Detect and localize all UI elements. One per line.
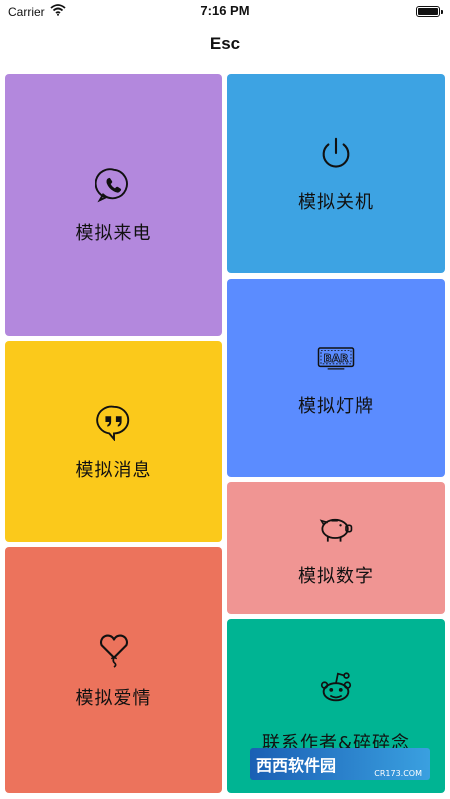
tile-label: 模拟数字 — [298, 566, 374, 587]
battery-icon — [416, 6, 443, 17]
watermark-sub: CR173.COM — [374, 769, 422, 778]
battery-fill — [418, 8, 438, 15]
tile-label: 模拟消息 — [75, 459, 152, 481]
tile-simulated-marquee[interactable]: BAR 模拟灯牌 — [227, 279, 445, 477]
quote-bubble-icon — [94, 402, 134, 442]
watermark-text: 西西软件园 — [256, 756, 337, 775]
watermark-logo: 西西软件园 CR173.COM — [250, 748, 430, 780]
clock: 7:16 PM — [200, 3, 250, 18]
bar-sign-icon: BAR — [316, 338, 356, 378]
status-bar: Carrier 7:16 PM — [0, 0, 450, 24]
tile-label: 模拟爱情 — [75, 688, 152, 709]
tile-simulated-love[interactable]: 模拟爱情 — [5, 547, 222, 793]
tile-label: 模拟关机 — [298, 191, 374, 213]
power-icon — [316, 134, 356, 174]
heart-balloon-icon — [94, 630, 134, 670]
tile-label: 模拟来电 — [75, 223, 152, 244]
nav-title: Esc — [209, 34, 241, 53]
tile-simulated-number[interactable]: 模拟数字 — [227, 482, 445, 614]
tile-label: 模拟灯牌 — [298, 396, 374, 417]
whatsapp-phone-icon — [94, 165, 134, 205]
tile-simulated-shutdown[interactable]: 模拟关机 — [227, 74, 445, 273]
reddit-alien-icon — [316, 667, 356, 707]
svg-text:BAR: BAR — [324, 352, 350, 365]
tile-simulated-call[interactable]: 模拟来电 — [5, 74, 222, 336]
tile-simulated-message[interactable]: 模拟消息 — [5, 341, 222, 542]
piggy-bank-icon — [316, 508, 356, 548]
